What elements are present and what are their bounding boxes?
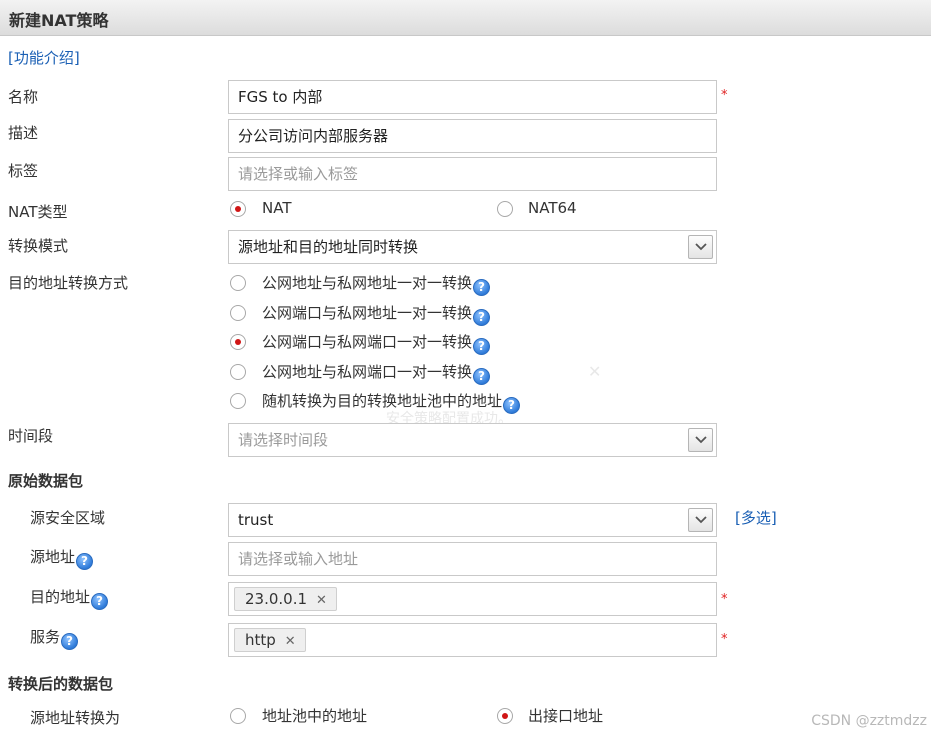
dest-method-radio-5[interactable] [230, 393, 246, 409]
time-range-select[interactable]: 请选择时间段 [228, 423, 717, 457]
dst-addr-label: 目的地址? [30, 586, 109, 610]
remove-tag-icon[interactable]: ✕ [285, 634, 296, 649]
tags-label: 标签 [8, 162, 39, 180]
dest-method-option-2: 公网端口与私网地址一对一转换? [262, 302, 491, 326]
src-zone-value: trust [238, 511, 274, 529]
help-icon[interactable]: ? [473, 309, 491, 326]
help-icon[interactable]: ? [61, 633, 79, 650]
feature-intro-link[interactable]: [功能介绍] [8, 47, 80, 68]
dest-method-option-4: 公网地址与私网端口一对一转换? [262, 361, 491, 385]
dest-method-option-3: 公网端口与私网端口一对一转换? [262, 331, 491, 355]
help-icon[interactable]: ? [76, 553, 94, 570]
time-range-label: 时间段 [8, 427, 54, 445]
description-label: 描述 [8, 124, 39, 142]
convert-mode-label: 转换模式 [8, 237, 69, 255]
name-label: 名称 [8, 88, 39, 106]
dest-method-radio-2[interactable] [230, 305, 246, 321]
multi-select-link[interactable]: [多选] [735, 507, 777, 528]
tags-input[interactable]: 请选择或输入标签 [228, 157, 717, 191]
faded-close-icon: ✕ [588, 362, 602, 381]
chevron-down-icon[interactable] [688, 428, 713, 452]
help-icon[interactable]: ? [473, 338, 491, 355]
dest-method-label: 目的地址转换方式 [8, 274, 129, 292]
dest-method-radio-4[interactable] [230, 364, 246, 380]
dest-method-option-1: 公网地址与私网地址一对一转换? [262, 272, 491, 296]
nat-type-nat-text: NAT [262, 199, 292, 217]
name-input[interactable]: FGS to 内部 [228, 80, 717, 114]
src-convert-egress-radio[interactable] [497, 708, 513, 724]
src-convert-pool-radio[interactable] [230, 708, 246, 724]
dest-method-radio-3[interactable] [230, 334, 246, 350]
dst-addr-tag: 23.0.0.1 ✕ [234, 587, 337, 611]
converted-packet-title: 转换后的数据包 [8, 675, 114, 693]
src-convert-label: 源地址转换为 [30, 709, 121, 727]
service-tag: http ✕ [234, 628, 306, 652]
name-required-mark: * [721, 88, 728, 103]
src-zone-select[interactable]: trust [228, 503, 717, 537]
help-icon[interactable]: ? [91, 593, 109, 610]
convert-mode-value: 源地址和目的地址同时转换 [238, 238, 419, 256]
dst-addr-required-mark: * [721, 592, 728, 607]
remove-tag-icon[interactable]: ✕ [316, 593, 327, 608]
help-icon[interactable]: ? [473, 368, 491, 385]
dialog-titlebar: 新建NAT策略 [0, 0, 931, 36]
original-packet-title: 原始数据包 [8, 472, 84, 490]
service-label: 服务? [30, 626, 79, 650]
chevron-down-icon[interactable] [688, 235, 713, 259]
service-required-mark: * [721, 632, 728, 647]
help-icon[interactable]: ? [473, 279, 491, 296]
description-input[interactable]: 分公司访问内部服务器 [228, 119, 717, 153]
nat-type-nat-radio[interactable] [230, 201, 246, 217]
time-range-placeholder: 请选择时间段 [238, 431, 329, 449]
src-addr-input[interactable]: 请选择或输入地址 [228, 542, 717, 576]
chevron-down-icon[interactable] [688, 508, 713, 532]
convert-mode-select[interactable]: 源地址和目的地址同时转换 [228, 230, 717, 264]
src-addr-label: 源地址? [30, 546, 94, 570]
watermark: CSDN @zztmdzz [811, 713, 927, 729]
src-zone-label: 源安全区域 [30, 509, 106, 527]
src-convert-pool-text: 地址池中的地址 [262, 707, 368, 725]
nat-type-label: NAT类型 [8, 203, 68, 221]
dest-method-radio-1[interactable] [230, 275, 246, 291]
nat-type-nat64-radio[interactable] [497, 201, 513, 217]
nat-type-nat64-text: NAT64 [528, 199, 577, 217]
src-convert-egress-text: 出接口地址 [528, 707, 604, 725]
dialog-title: 新建NAT策略 [9, 11, 109, 30]
